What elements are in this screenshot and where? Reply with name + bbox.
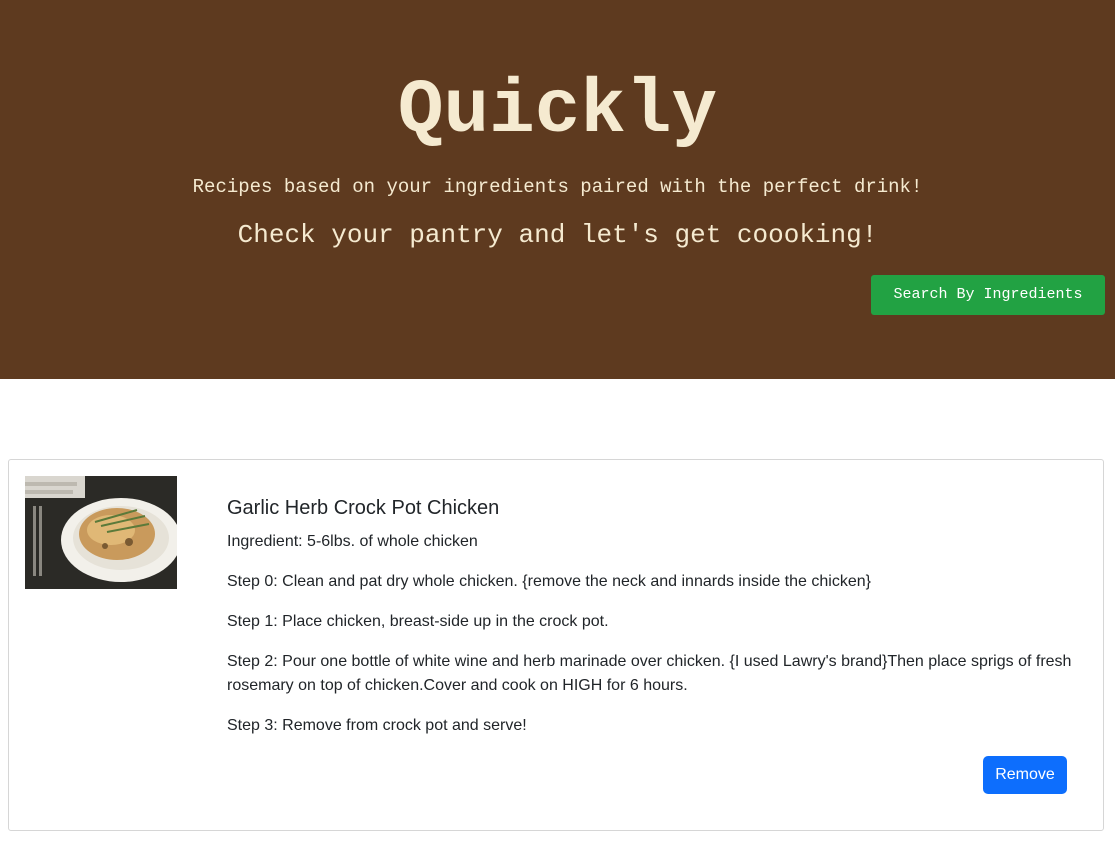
recipe-step: Step 0: Clean and pat dry whole chicken.… xyxy=(227,573,871,590)
hero-banner: Quickly Recipes based on your ingredient… xyxy=(0,0,1115,379)
recipe-details: Garlic Herb Crock Pot Chicken Ingredient… xyxy=(227,494,1072,754)
recipe-step: Step 3: Remove from crock pot and serve! xyxy=(227,717,527,734)
app-title: Quickly xyxy=(397,68,718,154)
recipe-step: Step 1: Place chicken, breast-side up in… xyxy=(227,613,609,630)
recipe-photo-icon xyxy=(25,476,177,589)
hero-subtitle: Recipes based on your ingredients paired… xyxy=(192,176,923,198)
search-by-ingredients-button[interactable]: Search By Ingredients xyxy=(871,275,1105,315)
recipe-title: Garlic Herb Crock Pot Chicken xyxy=(227,497,500,519)
recipe-card: Garlic Herb Crock Pot Chicken Ingredient… xyxy=(8,459,1104,831)
recipe-ingredient: Ingredient: 5-6lbs. of whole chicken xyxy=(227,533,478,550)
remove-recipe-button[interactable]: Remove xyxy=(983,756,1067,794)
recipe-step: Step 2: Pour one bottle of white wine an… xyxy=(227,653,1072,694)
recipe-image xyxy=(25,476,177,589)
hero-call-to-action: Check your pantry and let's get coooking… xyxy=(237,220,878,250)
